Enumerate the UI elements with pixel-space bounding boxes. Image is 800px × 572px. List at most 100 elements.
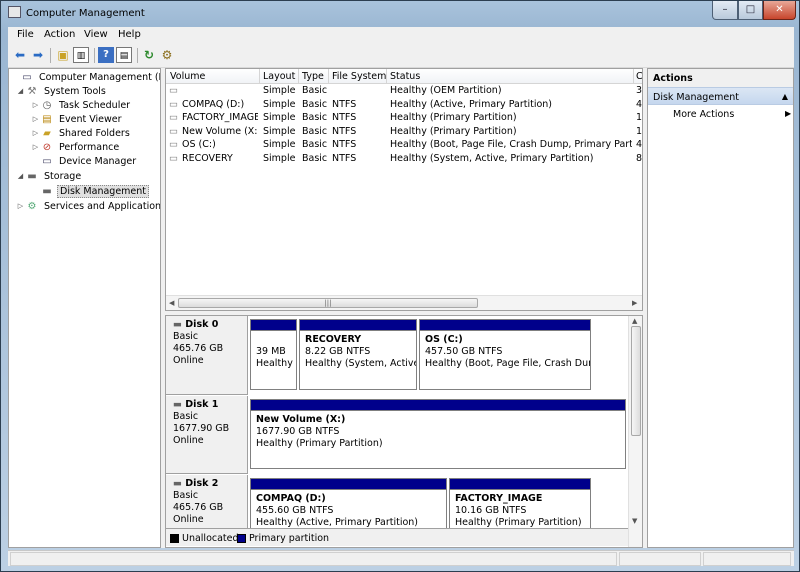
column-divider[interactable]	[259, 69, 260, 84]
menu-view[interactable]: View	[84, 29, 108, 40]
expand-arrow-icon[interactable]: ▷	[31, 127, 40, 140]
more-actions-item[interactable]: More Actions ▶	[673, 109, 791, 120]
storage-icon: ▬	[27, 171, 37, 182]
disk-label[interactable]: ▬ Disk 0 Basic 465.76 GB Online	[166, 316, 248, 395]
scroll-left-arrow-icon[interactable]: ◀	[169, 299, 174, 307]
expand-arrow-icon[interactable]: ◢	[16, 85, 25, 98]
partition-recovery[interactable]: RECOVERY 8.22 GB NTFS Healthy (System, Act…	[299, 319, 417, 390]
volume-row[interactable]: ▭ OS (C:) Simple Basic NTFS Healthy (Boot, Pa…	[166, 139, 642, 152]
disk-icon: ▬	[173, 399, 182, 410]
column-header-type[interactable]: Type	[302, 71, 324, 82]
refresh-icon[interactable]: ↻	[141, 47, 157, 63]
menu-help[interactable]: Help	[118, 29, 141, 40]
column-divider[interactable]	[298, 69, 299, 84]
disk-size: 1677.90 GB	[173, 423, 230, 434]
column-header-volume[interactable]: Volume	[170, 71, 205, 82]
column-divider[interactable]	[328, 69, 329, 84]
expand-arrow-icon[interactable]: ▷	[31, 99, 40, 112]
back-arrow-icon[interactable]: ⬅	[12, 47, 28, 63]
scroll-down-arrow-icon[interactable]: ▼	[632, 517, 637, 525]
scroll-up-arrow-icon[interactable]: ▲	[632, 317, 637, 325]
tree-node-label: Performance	[59, 142, 120, 153]
properties-icon[interactable]: ⚙	[159, 47, 175, 63]
toolbar-separator	[50, 48, 51, 63]
column-header-status[interactable]: Status	[390, 71, 420, 82]
folder-icon: ▰	[43, 128, 51, 139]
column-divider[interactable]	[633, 69, 634, 84]
show-hide-tree-icon[interactable]: ▥	[73, 47, 89, 63]
volume-row[interactable]: ▭ RECOVERY Simple Basic NTFS Healthy (System,…	[166, 153, 642, 166]
show-hide-action-pane-icon[interactable]: ▤	[116, 47, 132, 63]
maximize-button[interactable]: □	[738, 1, 763, 20]
volume-layout: Simple	[263, 152, 296, 164]
actions-section-disk-management[interactable]: Disk Management ▲	[648, 87, 793, 105]
toolbar-separator	[94, 48, 95, 63]
menu-action[interactable]: Action	[44, 29, 75, 40]
up-folder-icon[interactable]: ▣	[55, 47, 71, 63]
partition-name: COMPAQ (D:)	[256, 493, 326, 504]
partition-oem[interactable]: 39 MB Healthy	[250, 319, 297, 390]
close-button[interactable]: ✕	[763, 1, 796, 20]
expand-arrow-icon[interactable]: ◢	[16, 170, 25, 183]
partition-size: 455.60 GB NTFS	[256, 505, 334, 516]
disk-management-pane: Volume Layout Type File System Status C …	[165, 68, 643, 548]
volume-capacity: 4	[636, 139, 643, 150]
volume-name: RECOVERY	[182, 152, 233, 164]
device-manager-icon: ▭	[42, 156, 52, 167]
scroll-thumb[interactable]: |||	[178, 298, 478, 308]
partition-new-volume-x[interactable]: New Volume (X:) 1677.90 GB NTFS Healthy (P…	[250, 399, 626, 469]
collapse-up-icon[interactable]: ▲	[782, 92, 788, 101]
volume-status: Healthy (System, Active, Primary Partiti…	[390, 152, 594, 164]
partition-os-c[interactable]: OS (C:) 457.50 GB NTFS Healthy (Boot, Page…	[419, 319, 591, 390]
disk-graphical-view: ▬ Disk 0 Basic 465.76 GB Online 39 MB Hea…	[165, 315, 643, 548]
status-pane	[703, 552, 791, 566]
disk-type: Basic	[173, 331, 199, 342]
volume-type: Basic	[302, 112, 328, 123]
column-header-layout[interactable]: Layout	[263, 71, 295, 82]
legend-label-primary-partition: Primary partition	[249, 533, 330, 544]
volume-name: FACTORY_IMAGE	[182, 112, 258, 123]
volume-drive-icon: ▭	[169, 112, 178, 123]
volume-status: Healthy (OEM Partition)	[390, 85, 502, 96]
volume-row[interactable]: ▭ COMPAQ (D:) Simple Basic NTFS Healthy (Acti…	[166, 99, 642, 112]
partition-name: RECOVERY	[305, 334, 362, 345]
help-icon[interactable]: ?	[98, 47, 114, 63]
volume-list-horizontal-scrollbar[interactable]: ◀ ||| ▶	[166, 295, 642, 310]
volume-name: COMPAQ (D:)	[182, 98, 245, 110]
tree-node-label: Storage	[44, 171, 82, 182]
volume-layout: Simple	[263, 125, 296, 137]
computer-management-app-icon	[8, 6, 21, 18]
volume-drive-icon: ▭	[169, 152, 178, 164]
volume-row[interactable]: ▭ FACTORY_IMAGE Simple Basic NTFS Healthy (Pr…	[166, 112, 642, 125]
disk-icon: ▬	[173, 319, 182, 330]
column-header-capacity[interactable]: C	[636, 71, 642, 82]
expand-arrow-icon[interactable]: ▷	[31, 141, 40, 154]
minimize-button[interactable]: –	[712, 1, 738, 20]
disk-name: Disk 0	[185, 319, 219, 330]
volume-row[interactable]: ▭ Simple Basic Healthy (OEM Partition) 3	[166, 85, 642, 98]
submenu-arrow-icon: ▶	[785, 109, 792, 118]
tree-node-label: Task Scheduler	[59, 100, 131, 111]
menu-file[interactable]: File	[17, 29, 34, 40]
column-header-file-system[interactable]: File System	[332, 71, 386, 82]
title-bar[interactable]: Computer Management – □ ✕	[1, 1, 799, 25]
volume-list: Volume Layout Type File System Status C …	[165, 68, 643, 311]
graphical-view-vertical-scrollbar[interactable]: ▲ ▼	[628, 316, 642, 547]
scroll-right-arrow-icon[interactable]: ▶	[632, 299, 637, 307]
partition-type-bar	[450, 479, 590, 490]
disk-label[interactable]: ▬ Disk 2 Basic 465.76 GB Online	[166, 475, 248, 535]
volume-status: Healthy (Primary Partition)	[390, 112, 517, 123]
column-divider[interactable]	[386, 69, 387, 84]
disk-row: ▬ Disk 0 Basic 465.76 GB Online 39 MB Hea…	[166, 316, 626, 395]
volume-file-system: NTFS	[332, 139, 357, 150]
scroll-thumb[interactable]	[631, 326, 641, 436]
partition-size: 457.50 GB NTFS	[425, 346, 503, 357]
disk-label[interactable]: ▬ Disk 1 Basic 1677.90 GB Online	[166, 396, 248, 474]
forward-arrow-icon[interactable]: ➡	[30, 47, 46, 63]
volume-capacity: 1	[636, 125, 643, 137]
expand-arrow-icon[interactable]: ▷	[31, 113, 40, 126]
legend-swatch-unallocated	[170, 534, 179, 543]
volume-status: Healthy (Primary Partition)	[390, 125, 517, 137]
volume-row[interactable]: ▭ New Volume (X:) Simple Basic NTFS Healthy (…	[166, 126, 642, 139]
expand-arrow-icon[interactable]: ▷	[16, 200, 25, 213]
